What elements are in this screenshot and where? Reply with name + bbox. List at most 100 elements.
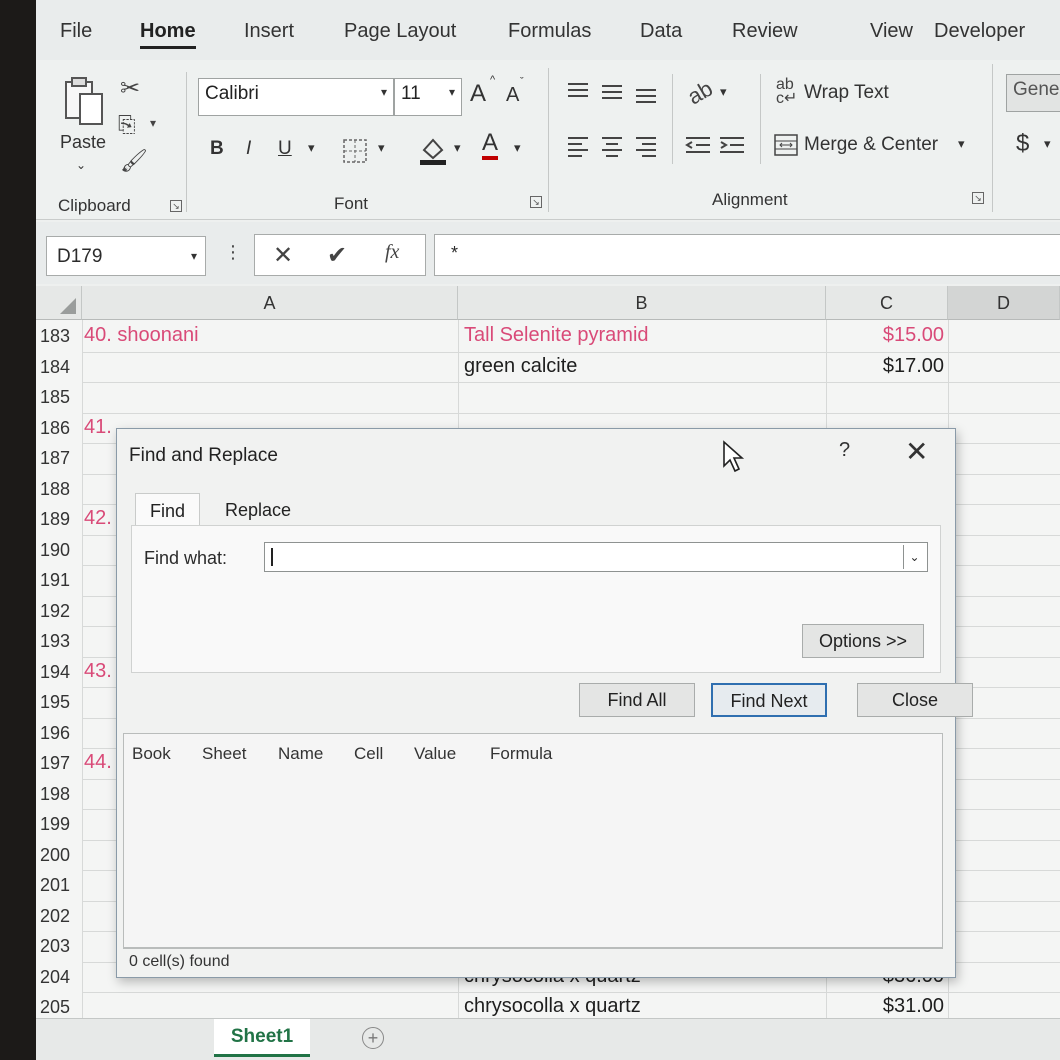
tab-insert[interactable]: Insert: [244, 20, 294, 43]
tab-file[interactable]: File: [60, 20, 92, 43]
row-number[interactable]: 197: [40, 753, 82, 774]
row-number[interactable]: 204: [40, 967, 82, 988]
cell-a[interactable]: 43.: [84, 660, 112, 683]
paste-button[interactable]: Paste: [60, 132, 106, 153]
results-col-book[interactable]: Book: [132, 744, 171, 764]
column-header-a[interactable]: A: [82, 286, 458, 320]
vertical-align-icons[interactable]: [564, 78, 660, 106]
enter-entry-icon[interactable]: ✔: [327, 241, 347, 270]
results-col-sheet[interactable]: Sheet: [202, 744, 246, 764]
borders-dropdown-icon[interactable]: ▾: [378, 140, 385, 156]
copy-icon[interactable]: ⎘: [118, 112, 136, 138]
font-name-dropdown-icon[interactable]: ▾: [381, 85, 387, 99]
name-box[interactable]: D179 ▾: [46, 236, 206, 276]
cell-b[interactable]: green calcite: [464, 355, 577, 378]
tab-find[interactable]: Find: [135, 493, 201, 527]
row-number[interactable]: 185: [40, 387, 82, 408]
font-launcher-icon[interactable]: ↘: [530, 196, 542, 208]
tab-view[interactable]: View: [870, 20, 913, 43]
currency-dropdown-icon[interactable]: ▾: [1044, 136, 1051, 152]
row-number[interactable]: 196: [40, 723, 82, 744]
row-number[interactable]: 190: [40, 540, 82, 561]
tab-page-layout[interactable]: Page Layout: [344, 20, 456, 43]
row-number[interactable]: 191: [40, 570, 82, 591]
formula-input[interactable]: *: [434, 234, 1060, 276]
column-header-b[interactable]: B: [458, 286, 826, 320]
column-header-c[interactable]: C: [826, 286, 948, 320]
options-button[interactable]: Options >>: [802, 624, 924, 658]
cancel-entry-icon[interactable]: ✕: [273, 241, 293, 270]
results-col-value[interactable]: Value: [414, 744, 456, 764]
currency-button[interactable]: $: [1016, 130, 1029, 158]
cell-c[interactable]: $31.00: [883, 995, 944, 1018]
row-number[interactable]: 202: [40, 906, 82, 927]
format-painter-icon[interactable]: 🖌: [120, 148, 148, 174]
wrap-text-icon[interactable]: ab c↵: [776, 77, 797, 107]
cell-c[interactable]: $17.00: [883, 355, 944, 378]
column-header-d[interactable]: D: [948, 286, 1060, 320]
indent-icons[interactable]: [684, 132, 748, 160]
fill-color-dropdown-icon[interactable]: ▾: [454, 140, 461, 156]
row-number[interactable]: 199: [40, 814, 82, 835]
underline-button[interactable]: U: [278, 138, 292, 160]
results-col-formula[interactable]: Formula: [490, 744, 552, 764]
row-number[interactable]: 194: [40, 662, 82, 683]
row-number[interactable]: 203: [40, 936, 82, 957]
grow-font-button[interactable]: A: [470, 80, 486, 108]
results-col-name[interactable]: Name: [278, 744, 323, 764]
sheet-tab-sheet1[interactable]: Sheet1: [214, 1019, 310, 1057]
cell-b[interactable]: chrysocolla x quartz: [464, 995, 641, 1018]
cell-c[interactable]: $15.00: [883, 324, 944, 347]
merge-center-button[interactable]: Merge & Center: [804, 134, 938, 156]
row-number[interactable]: 200: [40, 845, 82, 866]
row-number[interactable]: 201: [40, 875, 82, 896]
cell-b[interactable]: Tall Selenite pyramid: [464, 324, 649, 347]
borders-icon[interactable]: [342, 138, 370, 164]
help-icon[interactable]: ?: [839, 439, 850, 462]
cell-a[interactable]: 44.: [84, 751, 112, 774]
paste-icon[interactable]: [60, 76, 108, 128]
font-color-button[interactable]: A: [482, 130, 499, 160]
select-all-corner[interactable]: [36, 286, 82, 320]
font-size-dropdown-icon[interactable]: ▾: [449, 85, 455, 99]
shrink-font-button[interactable]: A: [506, 84, 519, 107]
row-number[interactable]: 187: [40, 448, 82, 469]
tab-data[interactable]: Data: [640, 20, 682, 43]
number-format-box[interactable]: Gener: [1006, 74, 1060, 112]
row-number[interactable]: 184: [40, 357, 82, 378]
alignment-launcher-icon[interactable]: ↘: [972, 192, 984, 204]
insert-function-button[interactable]: fx: [385, 241, 399, 264]
find-what-dropdown-icon[interactable]: ⌄: [903, 545, 925, 569]
results-col-cell[interactable]: Cell: [354, 744, 383, 764]
merge-center-dropdown-icon[interactable]: ▾: [958, 136, 965, 152]
name-box-dropdown-icon[interactable]: ▾: [191, 249, 197, 263]
cell-a[interactable]: 41.: [84, 416, 112, 439]
tab-replace[interactable]: Replace: [211, 493, 305, 527]
close-icon[interactable]: ✕: [905, 435, 928, 468]
orientation-icon[interactable]: ab: [683, 76, 717, 111]
cell-a[interactable]: 40. shoonani: [84, 324, 199, 347]
tab-home[interactable]: Home: [140, 20, 196, 49]
tab-review[interactable]: Review: [732, 20, 798, 43]
merge-center-icon[interactable]: [774, 134, 798, 156]
tab-formulas[interactable]: Formulas: [508, 20, 591, 43]
font-name-box[interactable]: Calibri ▾: [198, 78, 394, 116]
underline-dropdown-icon[interactable]: ▾: [308, 140, 315, 156]
font-color-dropdown-icon[interactable]: ▾: [514, 140, 521, 156]
horizontal-align-icons[interactable]: [564, 132, 660, 160]
find-what-input[interactable]: ⌄: [264, 542, 928, 572]
orientation-dropdown-icon[interactable]: ▾: [720, 84, 727, 100]
italic-button[interactable]: I: [246, 138, 251, 160]
tab-developer[interactable]: Developer: [934, 20, 1025, 43]
find-all-button[interactable]: Find All: [579, 683, 695, 717]
row-number[interactable]: 198: [40, 784, 82, 805]
cell-a[interactable]: 42.: [84, 507, 112, 530]
close-button[interactable]: Close: [857, 683, 973, 717]
results-list[interactable]: Book Sheet Name Cell Value Formula: [123, 733, 943, 949]
row-number[interactable]: 193: [40, 631, 82, 652]
cut-icon[interactable]: ✂: [120, 74, 140, 103]
font-size-box[interactable]: 11 ▾: [394, 78, 462, 116]
add-sheet-button[interactable]: +: [362, 1027, 384, 1049]
row-number[interactable]: 189: [40, 509, 82, 530]
clipboard-launcher-icon[interactable]: ↘: [170, 200, 182, 212]
